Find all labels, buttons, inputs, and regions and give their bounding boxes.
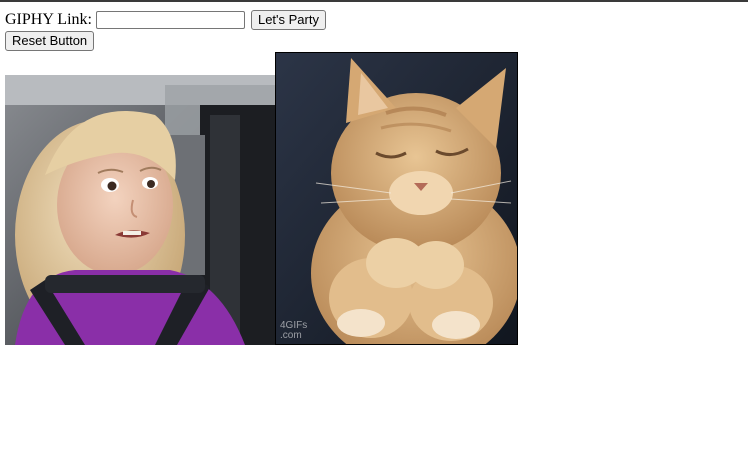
giphy-form: GIPHY Link: Let's Party [5, 9, 326, 31]
giphy-link-input[interactable] [95, 11, 245, 29]
gif-watermark: 4GIFs .com [280, 320, 308, 341]
lets-party-button[interactable]: Let's Party [250, 10, 326, 30]
gif-image-girl [5, 75, 275, 345]
reset-button[interactable]: Reset Button [5, 31, 95, 51]
window-top-border [0, 0, 748, 2]
giphy-link-label: GIPHY Link: [5, 11, 92, 28]
gif-image-kitten: 4GIFs .com [275, 52, 518, 345]
